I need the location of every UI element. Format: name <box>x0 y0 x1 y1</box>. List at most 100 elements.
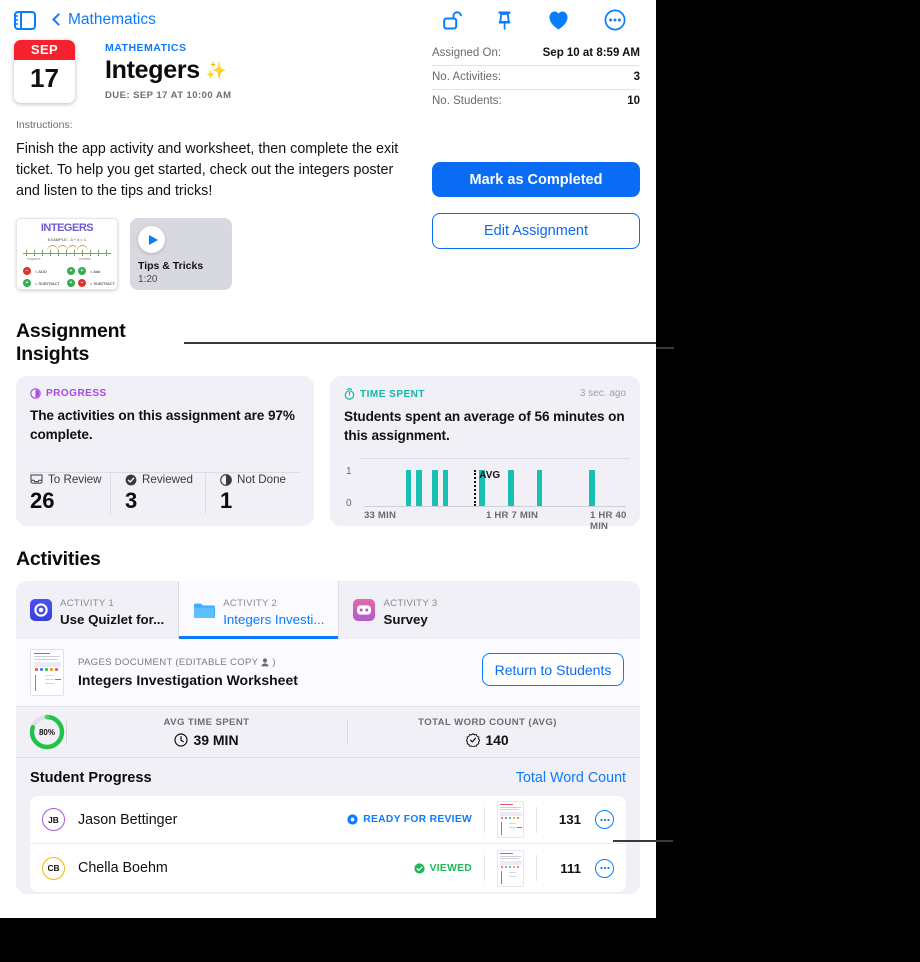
sparkles-icon: ✨ <box>205 60 228 80</box>
status-badge: READY FOR REVIEW <box>347 814 472 825</box>
meta-value: 10 <box>627 95 640 107</box>
instructions-label: Instructions: <box>16 119 73 131</box>
sidebar-toggle-icon[interactable] <box>14 10 36 30</box>
video-duration: 1:20 <box>138 274 158 285</box>
tray-icon <box>30 474 43 484</box>
poster-rule-text: = SUBTRACT <box>90 281 116 286</box>
avatar-initials: CB <box>47 863 60 873</box>
time-spent-histogram: 1 0 AVG 33 MIN 1 HR 7 MIN 1 HR 40 MIN <box>344 458 630 532</box>
histogram-bar <box>405 470 412 506</box>
student-work-thumbnail[interactable] <box>497 849 524 887</box>
average-marker-label: AVG <box>479 470 501 481</box>
histogram-bar <box>442 470 449 506</box>
meta-row: No. Activities: 3 <box>432 66 640 90</box>
total-word-count-link[interactable]: Total Word Count <box>516 770 626 786</box>
unlock-icon[interactable] <box>443 10 462 30</box>
assignment-insights-heading-row: Assignment Insights <box>16 320 656 366</box>
progress-insight-card: PROGRESS The activities on this assignme… <box>16 376 314 526</box>
poster-rule-text: = ADD <box>35 269 47 274</box>
stat-value: 1 <box>220 488 233 513</box>
meta-key: No. Activities: <box>432 71 502 83</box>
meta-row: Assigned On: Sep 10 at 8:59 AM <box>432 42 640 66</box>
tab-index: ACTIVITY 3 <box>383 598 438 609</box>
return-to-students-button[interactable]: Return to Students <box>482 653 624 686</box>
stat-reviewed: Reviewed 3 <box>110 473 205 514</box>
stat-not-done: Not Done 1 <box>205 473 300 514</box>
x-tick-2: 1 HR 40 MIN <box>590 510 627 532</box>
more-circle-icon[interactable] <box>595 810 614 829</box>
table-row[interactable]: CB Chella Boehm VIEWED 111 <box>30 844 626 892</box>
y-tick-1: 1 <box>346 466 352 477</box>
avg-time-value: 39 MIN <box>193 731 239 748</box>
ready-dot-icon <box>347 814 358 825</box>
completion-ring: 80% <box>28 713 66 751</box>
activities-card: ACTIVITY 1 Use Quizlet for... ACTIVITY 2… <box>16 581 640 894</box>
status-label: READY FOR REVIEW <box>363 814 472 825</box>
assignment-meta-list: Assigned On: Sep 10 at 8:59 AM No. Activ… <box>432 42 640 113</box>
pin-icon[interactable] <box>496 10 513 31</box>
progress-stats: To Review 26 Reviewed 3 Not Done 1 <box>30 473 300 514</box>
tab-label: Integers Investi... <box>223 612 325 627</box>
time-spent-insight-card: TIME SPENT 3 sec. ago Students spent an … <box>330 376 640 532</box>
back-label: Mathematics <box>68 11 156 28</box>
due-text: DUE: SEP 17 AT 10:00 AM <box>105 90 232 101</box>
integers-poster-thumbnail[interactable]: INTEGERS EXAMPLE: -3 + 4 = 1 negative po… <box>16 218 118 290</box>
tab-activity-2[interactable]: ACTIVITY 2 Integers Investi... <box>179 581 340 639</box>
avatar: CB <box>42 856 65 880</box>
back-to-mathematics-link[interactable]: Mathematics <box>52 11 156 29</box>
document-type-label-suffix: ) <box>272 657 276 668</box>
avatar-initials: JB <box>48 814 59 825</box>
student-row-callout-line <box>613 840 673 842</box>
meta-key: Assigned On: <box>432 47 502 59</box>
heart-icon[interactable] <box>547 10 570 31</box>
time-updated-ago: 3 sec. ago <box>579 388 626 399</box>
tab-index: ACTIVITY 1 <box>60 598 115 609</box>
word-count-label: TOTAL WORD COUNT (AVG) <box>418 716 557 728</box>
document-thumbnail[interactable] <box>30 649 64 696</box>
student-name: Chella Boehm <box>78 860 168 876</box>
tab-label: Use Quizlet for... <box>60 612 165 627</box>
time-headline: Students spent an average of 56 minutes … <box>344 409 625 443</box>
play-icon[interactable] <box>138 226 165 253</box>
student-work-thumbnail[interactable] <box>497 801 524 838</box>
tips-and-tricks-audio-card[interactable]: Tips & Tricks 1:20 <box>130 218 232 290</box>
wordcount-badge-icon <box>466 732 481 747</box>
avg-time-spent-cell: AVG TIME SPENT 39 MIN <box>66 717 347 748</box>
completion-percent: 80% <box>38 727 55 737</box>
activity-tabs: ACTIVITY 1 Use Quizlet for... ACTIVITY 2… <box>16 581 640 639</box>
due-date-badge: SEP 17 <box>14 40 75 103</box>
tab-index: ACTIVITY 2 <box>223 598 278 609</box>
meta-value: 3 <box>633 71 640 83</box>
meta-value: Sep 10 at 8:59 AM <box>542 47 640 59</box>
document-name: Integers Investigation Worksheet <box>78 672 298 688</box>
mark-as-completed-button[interactable]: Mark as Completed <box>432 162 640 197</box>
word-count-value: 140 <box>485 731 509 748</box>
progress-kicker-label: PROGRESS <box>46 388 107 399</box>
histogram-bar <box>589 470 595 506</box>
activities-heading: Activities <box>16 548 101 570</box>
average-marker-line <box>474 470 477 506</box>
table-row[interactable]: JB Jason Bettinger READY FOR REVIEW 131 <box>30 796 626 844</box>
status-label: VIEWED <box>429 862 472 874</box>
more-circle-icon[interactable] <box>595 858 614 878</box>
date-badge-day: 17 <box>30 63 59 93</box>
stat-label: Not Done <box>237 473 286 486</box>
time-kicker-label: TIME SPENT <box>360 388 426 400</box>
poster-negative-label: negative <box>27 257 41 261</box>
more-circle-icon[interactable] <box>604 9 626 31</box>
date-badge-month: SEP <box>14 40 75 60</box>
stat-value: 26 <box>30 488 55 513</box>
edit-assignment-button[interactable]: Edit Assignment <box>432 213 640 249</box>
stat-label: Reviewed <box>142 473 193 486</box>
stat-to-review: To Review 26 <box>30 473 110 514</box>
insights-callout-line <box>656 347 674 349</box>
clock-icon <box>174 732 189 747</box>
document-row: PAGES DOCUMENT (EDITABLE COPY ) Integers… <box>16 639 640 707</box>
tab-activity-1[interactable]: ACTIVITY 1 Use Quizlet for... <box>16 581 180 639</box>
histogram-bar <box>432 470 438 506</box>
tab-activity-3[interactable]: ACTIVITY 3 Survey <box>339 581 499 639</box>
nav-icon-group <box>443 9 626 31</box>
activities-heading-row: Activities <box>16 548 656 571</box>
student-name: Jason Bettinger <box>78 811 178 828</box>
heading-leader-line <box>184 342 656 344</box>
